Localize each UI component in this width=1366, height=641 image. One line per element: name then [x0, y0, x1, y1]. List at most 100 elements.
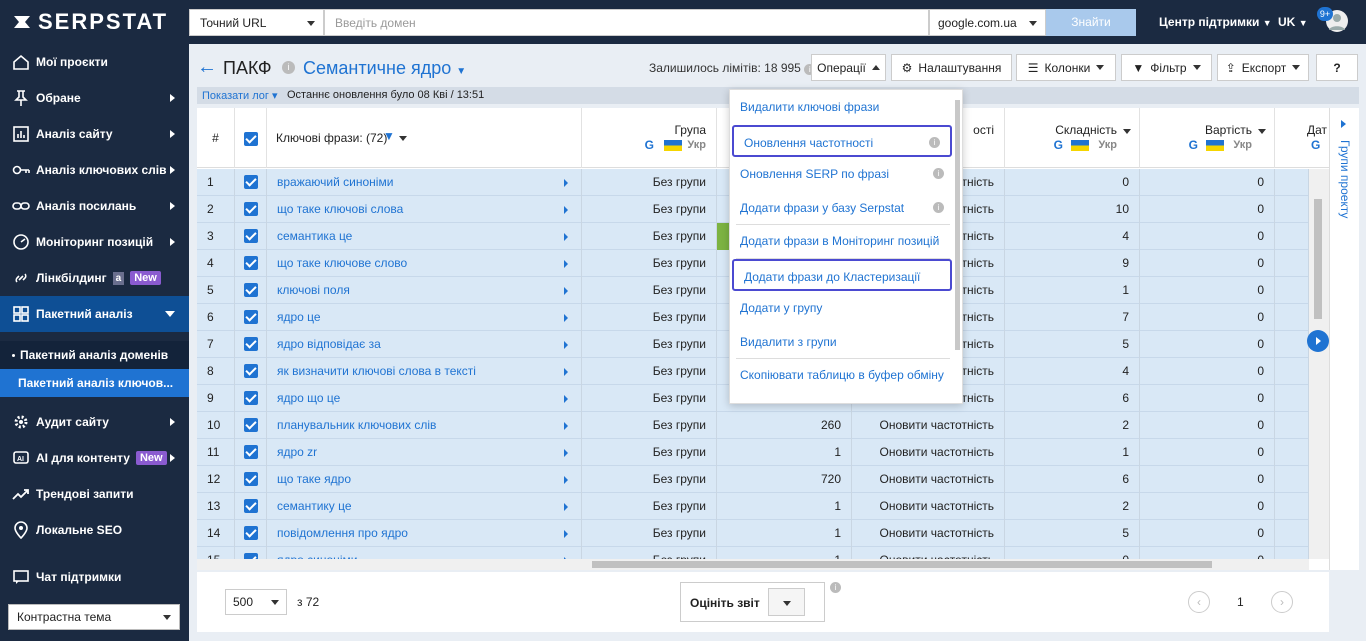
expand-arrow-icon[interactable] — [564, 530, 568, 538]
expand-arrow-icon[interactable] — [564, 233, 568, 241]
language-select[interactable]: UK ▼ — [1278, 15, 1308, 29]
columns-button[interactable]: ☰ Колонки — [1016, 54, 1116, 81]
row-checkbox[interactable] — [244, 175, 258, 189]
expand-arrow-icon[interactable] — [564, 179, 568, 187]
sidebar-item[interactable]: Трендові запити — [0, 476, 189, 512]
operations-menu-item[interactable]: Додати фрази в Моніторинг позицій — [730, 225, 954, 257]
region-select[interactable]: google.com.ua — [929, 9, 1046, 36]
info-icon[interactable]: i — [929, 136, 940, 148]
row-checkbox[interactable] — [244, 337, 258, 351]
sidebar-item[interactable]: Лінкбілдинг a New — [0, 260, 189, 296]
table-row[interactable]: 12 що таке ядро Без групи 720 Оновити частот… — [197, 466, 1309, 493]
expand-arrow-icon[interactable] — [564, 287, 568, 295]
domain-input[interactable]: Введіть домен — [324, 9, 929, 36]
row-checkbox[interactable] — [244, 229, 258, 243]
sidebar-item[interactable]: Мої проєкти — [0, 44, 189, 80]
funnel-icon[interactable]: ▼ — [383, 129, 395, 143]
row-checkbox[interactable] — [244, 256, 258, 270]
operations-menu-item[interactable]: Оновлення частотності i — [732, 124, 952, 157]
table-row[interactable]: 11 ядро zr Без групи 1 Оновити частотність 1 0 — [197, 439, 1309, 466]
per-page-select[interactable]: 500 — [225, 589, 287, 615]
keyword-link[interactable]: що таке ядро — [267, 466, 582, 493]
scroll-right-button[interactable] — [1307, 330, 1329, 352]
frequency-cell[interactable]: Оновити частотність — [852, 520, 1005, 547]
keyword-link[interactable]: семантика це — [267, 223, 582, 250]
table-row[interactable]: 14 повідомлення про ядро Без групи 1 Оновити… — [197, 520, 1309, 547]
row-checkbox[interactable] — [244, 418, 258, 432]
keyword-link[interactable]: ключові поля — [267, 277, 582, 304]
expand-arrow-icon[interactable] — [564, 503, 568, 511]
keyword-link[interactable]: ядро це — [267, 304, 582, 331]
chevron-right-icon[interactable] — [1341, 120, 1346, 128]
frequency-cell[interactable]: Оновити частотність — [852, 439, 1005, 466]
vertical-scrollbar[interactable] — [1309, 169, 1329, 559]
expand-arrow-icon[interactable] — [564, 476, 568, 484]
sidebar-item[interactable]: Моніторинг позицій — [0, 224, 189, 260]
operations-menu-item[interactable]: Додати фрази до Кластеризації — [732, 258, 952, 291]
rating-select[interactable] — [768, 588, 805, 616]
back-arrow-icon[interactable]: ← — [197, 56, 217, 79]
keyword-link[interactable]: семантику це — [267, 493, 582, 520]
row-checkbox[interactable] — [244, 472, 258, 486]
keyword-link[interactable]: ядро що це — [267, 385, 582, 412]
operations-button[interactable]: Операції — [811, 54, 886, 81]
sidebar-subitem[interactable]: Пакетний аналіз ключов... — [0, 369, 189, 397]
operations-menu-item[interactable]: Видалити ключові фрази — [730, 91, 954, 123]
expand-arrow-icon[interactable] — [564, 260, 568, 268]
frequency-cell[interactable]: Оновити частотність — [852, 412, 1005, 439]
settings-button[interactable]: ⚙ Налаштування — [891, 54, 1012, 81]
operations-menu-item[interactable]: Скопіювати таблицю в буфер обміну — [730, 359, 954, 391]
operations-menu-item[interactable]: Додати у групу — [730, 292, 954, 324]
sort-icon[interactable] — [1258, 129, 1266, 134]
col-difficulty-header[interactable]: Складність G Укр — [1005, 108, 1140, 168]
sidebar-item[interactable]: Аналіз сайту — [0, 116, 189, 152]
row-checkbox[interactable] — [244, 445, 258, 459]
search-mode-select[interactable]: Точний URL — [189, 9, 324, 36]
section-select[interactable]: Семантичне ядро ▼ — [303, 58, 466, 79]
chevron-down-icon[interactable] — [399, 136, 407, 141]
keyword-link[interactable]: повідомлення про ядро — [267, 520, 582, 547]
sidebar-item[interactable]: Аудит сайту — [0, 404, 189, 440]
project-groups-panel[interactable]: Групи проекту — [1329, 108, 1359, 570]
expand-arrow-icon[interactable] — [564, 422, 568, 430]
col-cost-header[interactable]: Вартість G Укр — [1140, 108, 1275, 168]
frequency-cell[interactable]: Оновити частотність — [852, 493, 1005, 520]
show-log-link[interactable]: Показати лог ▾ — [202, 89, 277, 102]
sort-icon[interactable] — [1123, 129, 1131, 134]
dropdown-scrollbar[interactable] — [955, 100, 960, 350]
keyword-link[interactable]: що таке ключові слова — [267, 196, 582, 223]
expand-arrow-icon[interactable] — [564, 368, 568, 376]
keyword-link[interactable]: ядро zr — [267, 439, 582, 466]
horizontal-scrollbar[interactable] — [197, 559, 1309, 570]
help-button[interactable]: ? — [1316, 54, 1358, 81]
expand-arrow-icon[interactable] — [564, 206, 568, 214]
row-checkbox[interactable] — [244, 391, 258, 405]
col-date-header[interactable]: Дат G — [1275, 108, 1329, 168]
col-keywords-header[interactable]: Ключові фрази: (72) ▼ — [267, 108, 582, 168]
support-chat[interactable]: Чат підтримки — [0, 559, 189, 595]
col-group-header[interactable]: Група G Укр — [582, 108, 717, 168]
row-checkbox[interactable] — [244, 310, 258, 324]
select-all-checkbox[interactable] — [244, 132, 258, 146]
theme-select[interactable]: Контрастна тема — [8, 604, 180, 630]
expand-arrow-icon[interactable] — [564, 341, 568, 349]
info-icon[interactable]: i — [282, 61, 295, 74]
expand-arrow-icon[interactable] — [564, 449, 568, 457]
sidebar-item[interactable]: Аналіз ключових слів — [0, 152, 189, 188]
keyword-link[interactable]: що таке ключове слово — [267, 250, 582, 277]
row-checkbox[interactable] — [244, 283, 258, 297]
export-button[interactable]: ⇪ Експорт — [1217, 54, 1309, 81]
table-row[interactable]: 10 планувальник ключових слів Без групи 260… — [197, 412, 1309, 439]
info-icon[interactable]: i — [830, 582, 841, 593]
prev-page-button[interactable]: ‹ — [1188, 591, 1210, 613]
hscroll-thumb[interactable] — [592, 561, 1212, 568]
info-icon[interactable]: i — [933, 201, 944, 213]
sidebar-subitem[interactable]: Пакетний аналіз доменів — [0, 341, 189, 369]
sidebar-item[interactable]: Аналіз посилань — [0, 188, 189, 224]
info-icon[interactable]: i — [933, 168, 944, 179]
find-button[interactable]: Знайти — [1046, 9, 1136, 36]
sidebar-item[interactable]: AI AI для контенту New — [0, 440, 189, 476]
scrollbar-thumb[interactable] — [1314, 199, 1322, 319]
sidebar-item[interactable]: Локальне SEO — [0, 512, 189, 548]
keyword-link[interactable]: вражаючий синоніми — [267, 169, 582, 196]
